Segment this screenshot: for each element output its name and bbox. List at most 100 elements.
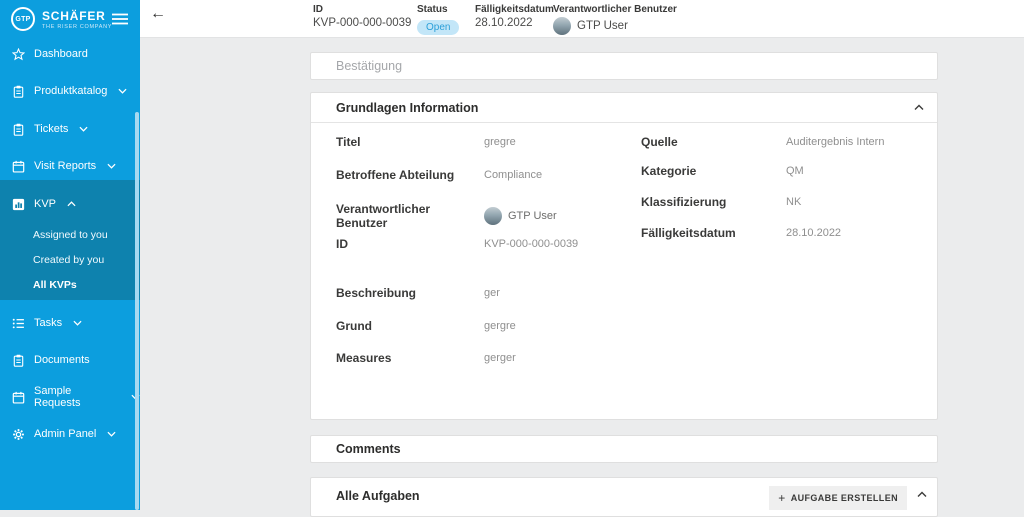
field-label: Kategorie [641, 164, 697, 178]
sidebar-item-sample-requests[interactable]: Sample Requests [0, 385, 140, 409]
field-grund: Grund gergre [336, 319, 516, 333]
sidebar-subitem-label: Created by you [33, 254, 105, 266]
sidebar-item-label: Documents [34, 354, 90, 366]
field-label: Fälligkeitsdatum [641, 226, 736, 240]
field-label: Titel [336, 135, 361, 149]
sidebar-item-dashboard[interactable]: Dashboard [0, 44, 140, 64]
create-task-button-label: AUFGABE ERSTELLEN [790, 493, 898, 503]
calendar-icon [12, 391, 25, 404]
clipboard-icon [13, 354, 24, 367]
avatar [484, 207, 502, 225]
confirmation-title: Bestätigung [336, 59, 403, 73]
field-label: Betroffene Abteilung [336, 168, 455, 182]
field-label: Grund [336, 319, 372, 333]
sidebar-item-label: Tasks [34, 317, 63, 329]
sidebar-item-label: Tickets [34, 123, 69, 135]
chevron-down-icon [107, 163, 116, 169]
sidebar-item-all-kvps[interactable]: All KVPs [0, 276, 140, 294]
field-label: Quelle [641, 135, 678, 149]
field-klassifizierung: Klassifizierung NK [641, 195, 801, 209]
owner-label: Verantwortlicher Benutzer [553, 4, 677, 15]
back-arrow-icon[interactable]: ← [150, 6, 166, 22]
sidebar-item-label: Admin Panel [34, 428, 97, 440]
sidebar-item-assigned-to-you[interactable]: Assigned to you [0, 226, 140, 244]
sidebar-item-visit-reports[interactable]: Visit Reports [0, 156, 140, 176]
plus-icon: + [778, 491, 786, 505]
star-icon [12, 47, 25, 60]
sidebar-item-tickets[interactable]: Tickets [0, 119, 140, 139]
sidebar-item-label: Dashboard [34, 48, 88, 60]
detail-header: ← ID KVP-000-000-0039 Status Open Fällig… [140, 0, 1024, 38]
field-label: Beschreibung [336, 286, 417, 300]
gtp-logo-icon: GTP [11, 7, 35, 31]
chevron-down-icon [118, 88, 127, 94]
calendar-icon [12, 160, 25, 173]
chevron-down-icon [107, 431, 116, 437]
gear-icon [13, 428, 24, 440]
id-label: ID [313, 4, 323, 15]
field-value: QM [786, 165, 804, 177]
field-value: ger [484, 287, 500, 299]
sidebar-item-tasks[interactable]: Tasks [0, 313, 140, 333]
bar-chart-icon [12, 198, 25, 210]
clipboard-icon [13, 123, 24, 136]
field-value: Compliance [484, 169, 543, 181]
field-betroffene-abteilung: Betroffene Abteilung Compliance [336, 168, 542, 182]
sidebar-item-documents[interactable]: Documents [0, 350, 140, 370]
sidebar-item-produktkatalog[interactable]: Produktkatalog [0, 81, 140, 101]
sidebar-item-admin-panel[interactable]: Admin Panel [0, 424, 140, 444]
confirmation-panel[interactable]: Bestätigung [310, 52, 938, 80]
header-field-status: Status Open [417, 4, 460, 35]
chevron-up-icon[interactable] [917, 491, 927, 498]
due-date-label: Fälligkeitsdatum [475, 4, 554, 15]
sidebar-item-label: Produktkatalog [34, 85, 108, 97]
sidebar: GTP SCHÄFER THE RISER COMPANY Dashboard … [0, 0, 140, 510]
menu-icon[interactable] [112, 12, 128, 30]
chevron-up-icon [67, 201, 76, 207]
comments-title: Comments [336, 442, 401, 456]
avatar [553, 17, 571, 35]
sidebar-item-label: Sample Requests [34, 385, 81, 409]
sidebar-item-created-by-you[interactable]: Created by you [0, 251, 140, 269]
owner-value: GTP User [577, 20, 628, 32]
create-task-button[interactable]: + AUFGABE ERSTELLEN [769, 486, 907, 510]
header-field-due-date: Fälligkeitsdatum 28.10.2022 [475, 4, 554, 29]
field-faelligkeitsdatum: Fälligkeitsdatum 28.10.2022 [641, 226, 841, 240]
sidebar-item-label: KVP [34, 198, 57, 210]
field-measures: Measures gerger [336, 351, 516, 365]
status-label: Status [417, 4, 448, 15]
clipboard-icon [13, 85, 24, 98]
field-beschreibung: Beschreibung ger [336, 286, 500, 300]
sidebar-item-kvp[interactable]: KVP [0, 194, 140, 214]
field-label: Verantwortlicher Benutzer [336, 202, 431, 230]
app-logo: GTP SCHÄFER THE RISER COMPANY [0, 7, 140, 37]
field-id: ID KVP-000-000-0039 [336, 237, 578, 251]
field-value: KVP-000-000-0039 [484, 238, 579, 250]
basics-panel: Grundlagen Information Titel gregre Betr… [310, 92, 938, 420]
brand-name: SCHÄFER [42, 9, 106, 23]
id-value: KVP-000-000-0039 [313, 17, 412, 29]
tasks-panel: Alle Aufgaben + AUFGABE ERSTELLEN [310, 477, 938, 517]
comments-panel[interactable]: Comments [310, 435, 938, 463]
field-value: gerger [484, 352, 516, 364]
field-value: 28.10.2022 [786, 227, 842, 239]
field-value: NK [786, 196, 802, 208]
chevron-down-icon [73, 320, 82, 326]
field-value: GTP User [508, 210, 557, 222]
due-date-value: 28.10.2022 [475, 17, 533, 29]
basics-title: Grundlagen Information [336, 100, 479, 115]
chevron-up-icon[interactable] [914, 104, 924, 111]
field-quelle: Quelle Auditergebnis Intern [641, 135, 884, 149]
brand-tagline: THE RISER COMPANY [42, 24, 113, 30]
field-label: ID [336, 237, 348, 251]
basics-panel-header[interactable]: Grundlagen Information [311, 93, 937, 123]
header-field-owner: Verantwortlicher Benutzer GTP User [553, 4, 677, 35]
header-field-id: ID KVP-000-000-0039 [313, 4, 411, 29]
field-label: Klassifizierung [641, 195, 727, 209]
sidebar-scrollbar[interactable] [135, 112, 139, 510]
tasks-title: Alle Aufgaben [336, 489, 420, 503]
field-titel: Titel gregre [336, 135, 516, 149]
sidebar-subitem-label: Assigned to you [33, 229, 108, 241]
field-value: gergre [484, 320, 516, 332]
field-value: Auditergebnis Intern [786, 136, 885, 148]
